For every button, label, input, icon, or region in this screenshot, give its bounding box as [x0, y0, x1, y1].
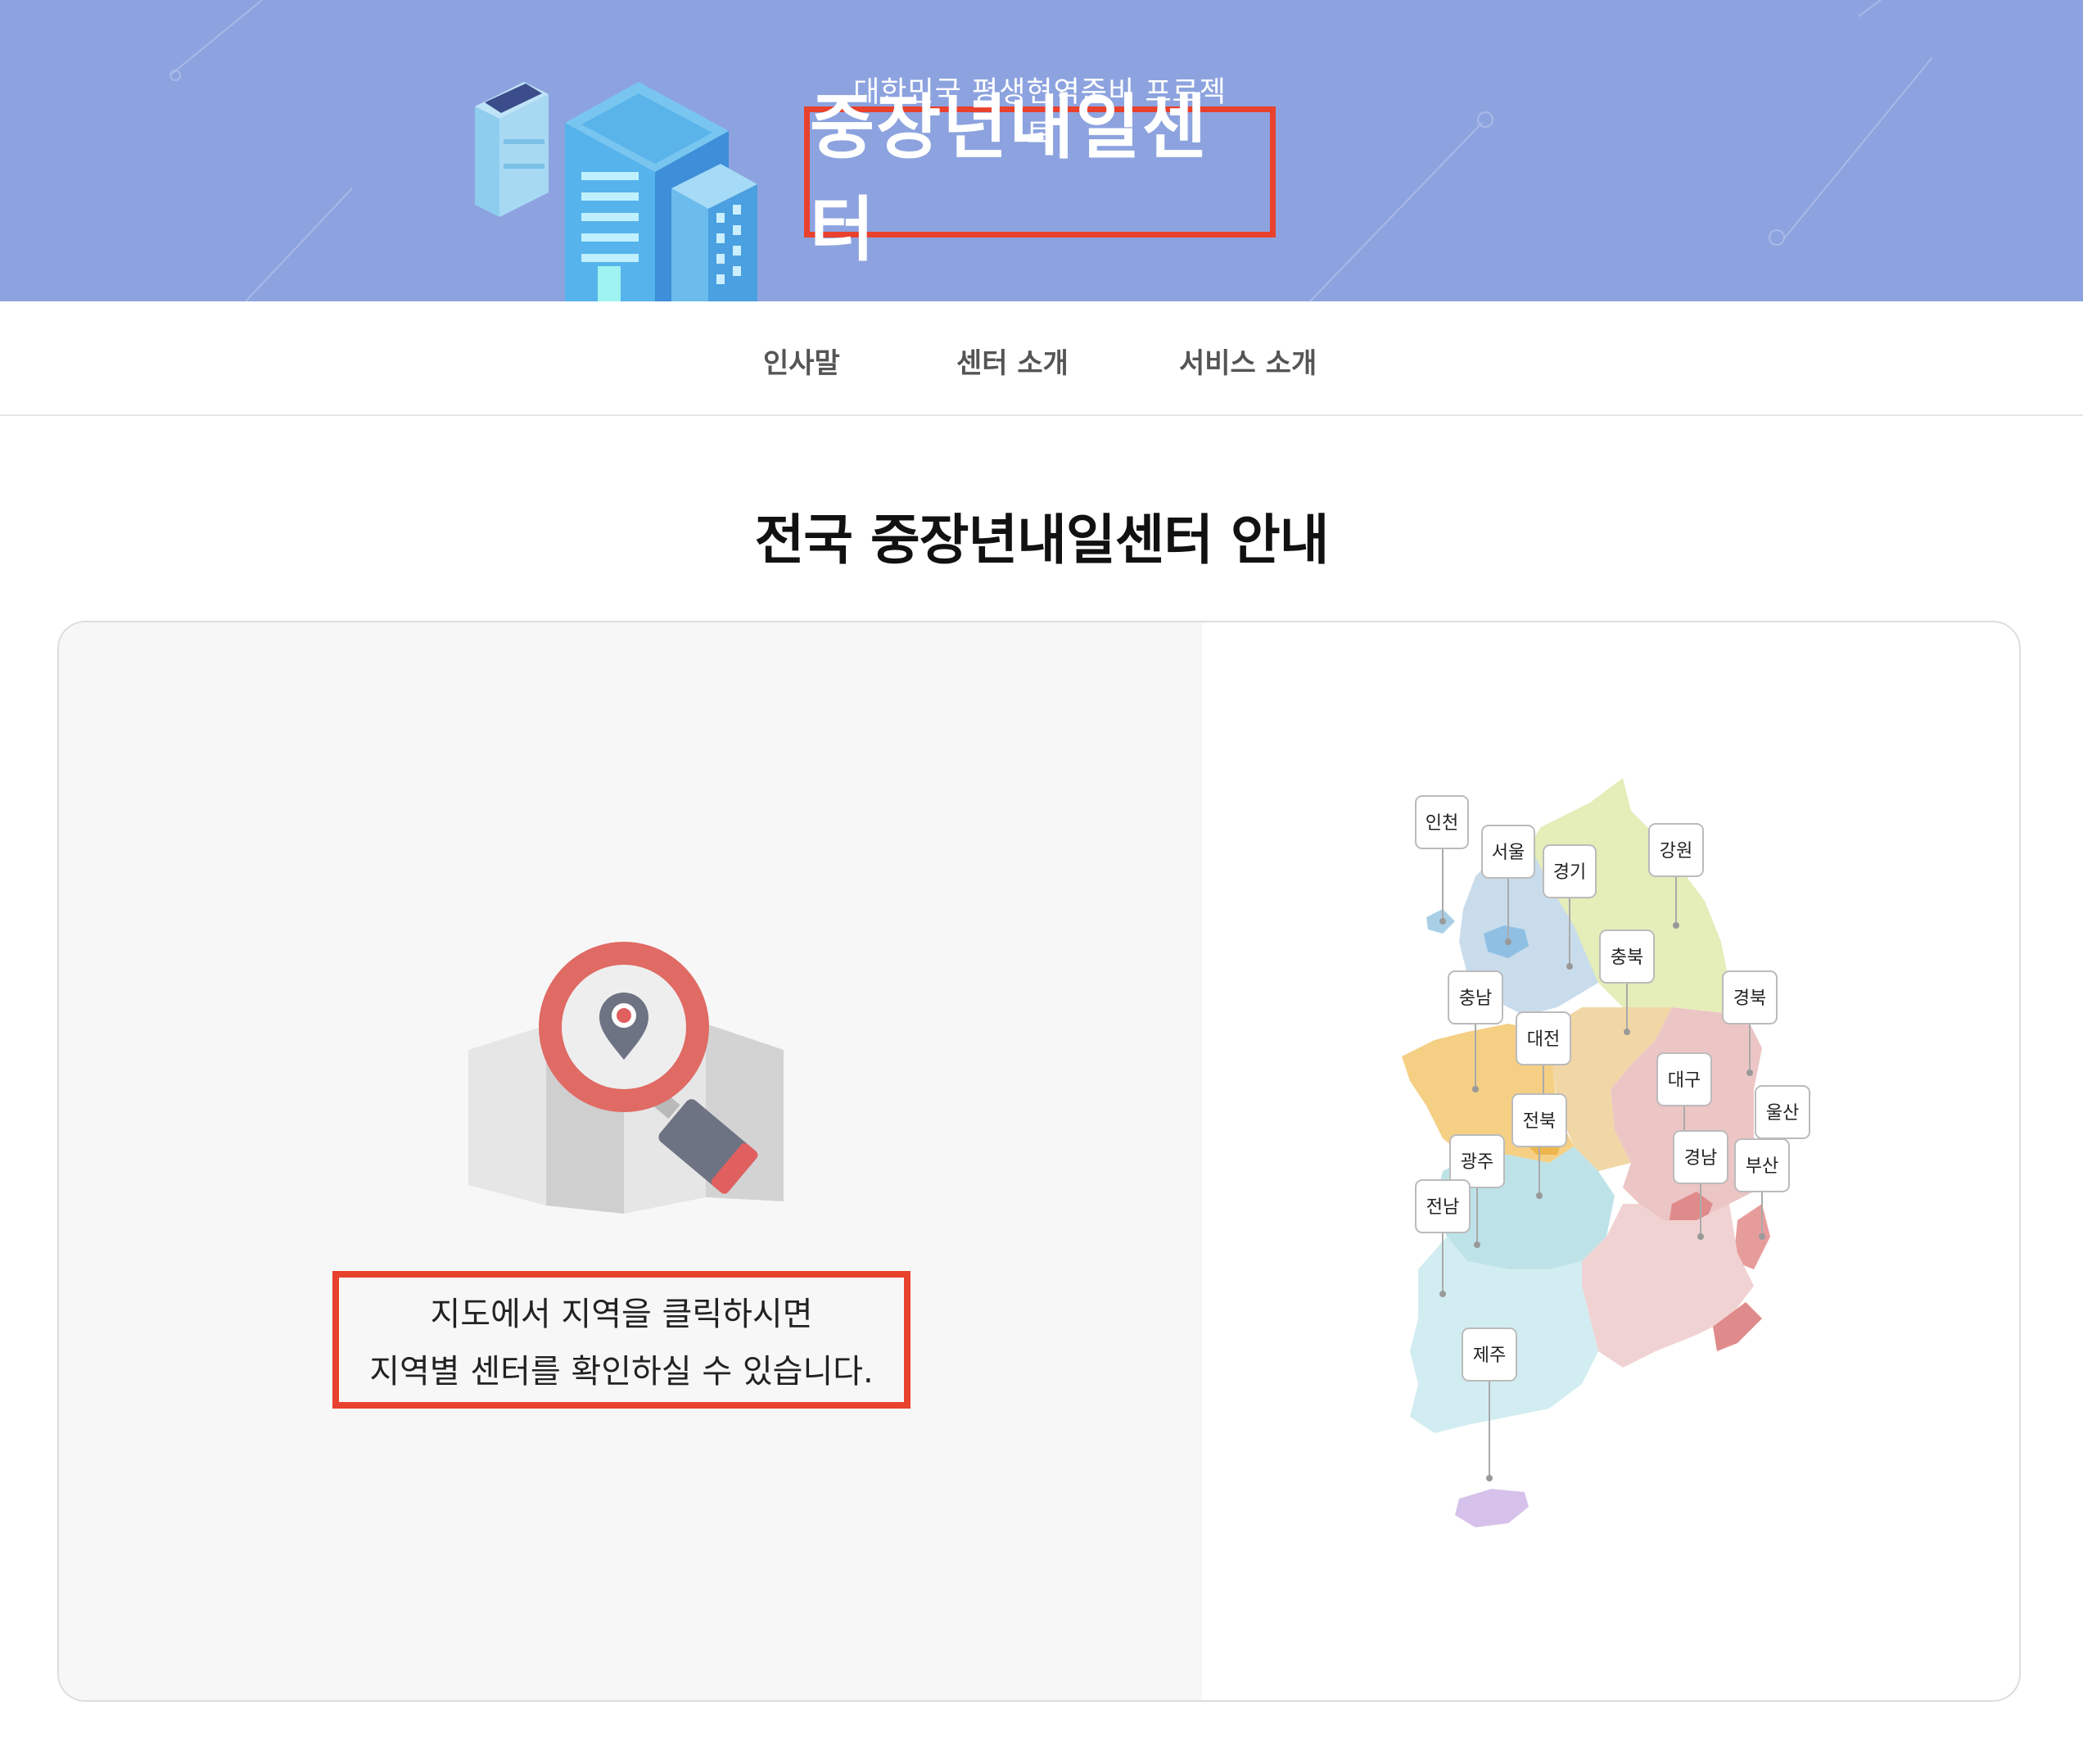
site-title[interactable]: 중장년내일센터	[810, 70, 1270, 274]
svg-text:경북: 경북	[1733, 988, 1766, 1009]
guide-panel: 지도에서 지역을 클릭하시면 지역별 센터를 확인하실 수 있습니다.	[59, 622, 1202, 1700]
guide-message-box: 지도에서 지역을 클릭하시면 지역별 센터를 확인하실 수 있습니다.	[332, 1271, 910, 1409]
svg-text:강원: 강원	[1660, 841, 1692, 862]
map-search-icon	[468, 942, 784, 1214]
guide-text-line1: 지도에서 지역을 클릭하시면	[430, 1296, 813, 1333]
svg-text:광주: 광주	[1461, 1152, 1493, 1173]
guide-text-line2: 지역별 센터를 확인하실 수 있습니다.	[369, 1353, 874, 1391]
svg-text:서울: 서울	[1492, 843, 1525, 863]
svg-text:제주: 제주	[1473, 1346, 1506, 1366]
svg-text:경남: 경남	[1684, 1148, 1717, 1169]
svg-text:경기: 경기	[1553, 862, 1586, 883]
site-title-highlight: 중장년내일센터	[804, 87, 1276, 271]
svg-text:전남: 전남	[1426, 1197, 1459, 1218]
region-jeju[interactable]	[1455, 1489, 1529, 1527]
section-title: 전국 중장년내일센터 안내	[754, 509, 1330, 572]
main-nav: 인사말 센터 소개 서비스 소개	[0, 301, 2083, 416]
svg-text:인천: 인천	[1426, 813, 1458, 834]
svg-text:충남: 충남	[1459, 988, 1492, 1009]
svg-text:전북: 전북	[1523, 1111, 1556, 1132]
center-finder-card: 지도에서 지역을 클릭하시면 지역별 센터를 확인하실 수 있습니다. 인천 서…	[57, 621, 2021, 1702]
korea-region-map[interactable]: 인천 서울 경기 강원 충북 충남 대전 경북 대구 울산 전북 광주 경남 부…	[1385, 762, 1844, 1540]
svg-text:충북: 충북	[1611, 948, 1643, 968]
building-illustration	[475, 82, 757, 301]
label-incheon[interactable]: 인천	[1415, 795, 1469, 925]
svg-text:대구: 대구	[1668, 1070, 1701, 1091]
header-banner: 대한민국 평생현역준비 프로젝트 중장년내일센터	[0, 0, 2083, 301]
svg-text:부산: 부산	[1746, 1156, 1778, 1177]
nav-item-greeting[interactable]: 인사말	[763, 341, 840, 381]
nav-item-center-intro[interactable]: 센터 소개	[956, 341, 1069, 381]
svg-text:대전: 대전	[1527, 1029, 1560, 1050]
svg-text:울산: 울산	[1766, 1103, 1799, 1124]
nav-item-service-intro[interactable]: 서비스 소개	[1179, 341, 1317, 381]
